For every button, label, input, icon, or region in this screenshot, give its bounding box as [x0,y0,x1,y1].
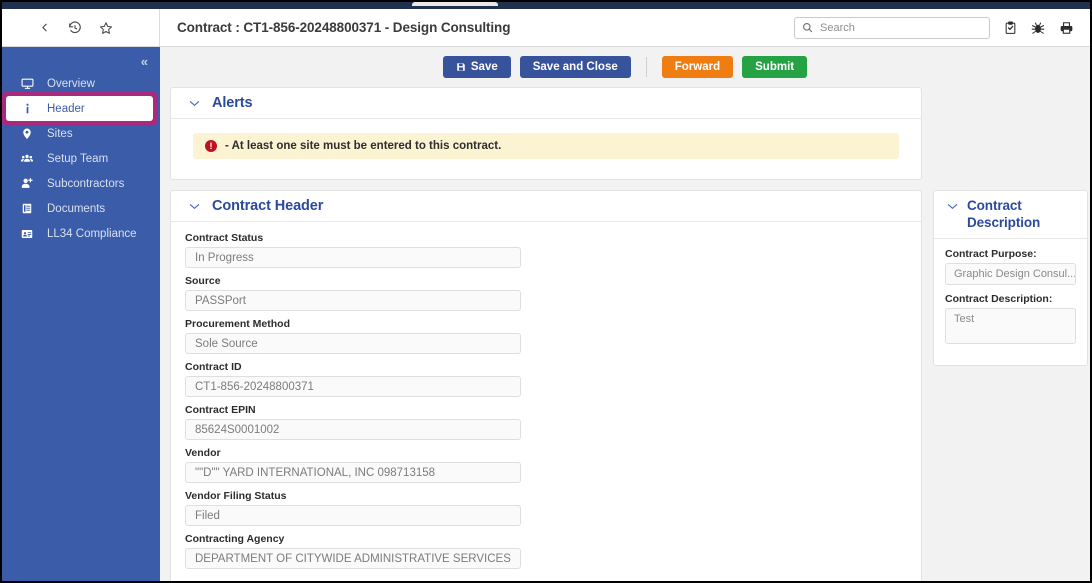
chevron-down-icon[interactable] [189,200,200,212]
sidebar-collapse-button[interactable]: « [2,51,160,71]
field-contract-description: Contract Description: Test [945,293,1076,344]
people-group-icon [20,152,34,165]
field-label: Source [185,275,221,287]
contract-header-card: Contract Header Contract Status In Progr… [170,190,922,581]
person-add-icon [20,177,34,190]
field-label: Contract Status [185,232,264,244]
field-contracting-agency: Contracting Agency DEPARTMENT OF CITYWID… [185,533,921,569]
contract-header-card-header[interactable]: Contract Header [171,191,921,222]
sidebar-item-label: Setup Team [47,152,109,165]
sidebar-item-label: Header [47,102,85,115]
sidebar: « Overview Header Sites Setup Team Subco… [2,47,160,581]
contracting-agency-input[interactable]: DEPARTMENT OF CITYWIDE ADMINISTRATIVE SE… [185,548,521,569]
sidebar-item-setup-team[interactable]: Setup Team [2,146,160,171]
page-title: Contract : CT1-856-20248800371 - Design … [177,20,511,35]
save-button-label: Save [470,61,498,73]
nav-buttons-group [2,9,160,46]
alerts-body: ! - At least one site must be entered to… [171,119,921,179]
monitor-icon [20,77,34,90]
source-input[interactable]: PASSPort [185,290,521,311]
alerts-card-header[interactable]: Alerts [171,88,921,119]
field-vendor-filing-status: Vendor Filing Status Filed [185,490,921,526]
sidebar-item-documents[interactable]: Documents [2,196,160,221]
search-input[interactable] [820,21,982,34]
sidebar-item-ll34-compliance[interactable]: LL34 Compliance [2,221,160,246]
sidebar-item-overview[interactable]: Overview [2,71,160,96]
procurement-method-input[interactable]: Sole Source [185,333,521,354]
field-contract-purpose: Contract Purpose: Graphic Design Consul.… [945,248,1076,285]
error-exclamation-icon: ! [205,140,217,152]
contract-purpose-input[interactable]: Graphic Design Consul... [945,262,1076,285]
browser-tab[interactable] [412,2,498,6]
contract-description-input[interactable]: Test [945,307,1076,344]
sidebar-item-label: Overview [47,77,95,90]
app-window: Contract : CT1-856-20248800371 - Design … [0,0,1092,583]
contract-id-input[interactable]: CT1-856-20248800371 [185,376,521,397]
sidebar-item-sites[interactable]: Sites [2,121,160,146]
field-label: Vendor [185,447,221,459]
id-card-icon [20,228,34,240]
search-icon [802,22,813,33]
field-label: Contracting Agency [185,533,285,545]
star-icon[interactable] [99,21,113,35]
vendor-filing-status-input[interactable]: Filed [185,505,521,526]
search-box[interactable] [794,16,990,39]
alerts-title: Alerts [212,95,253,111]
alert-message: ! - At least one site must be entered to… [193,133,899,159]
top-bar-actions [794,16,1090,39]
contract-description-fields: Contract Purpose: Graphic Design Consul.… [934,239,1087,365]
field-procurement-method: Procurement Method Sole Source [185,318,921,354]
browser-tab-strip [2,2,1090,9]
chevron-down-icon[interactable] [947,200,958,212]
field-label: Procurement Method [185,318,291,330]
sidebar-item-label: LL34 Compliance [47,227,137,240]
field-vendor: Vendor ""D"" YARD INTERNATIONAL, INC 098… [185,447,921,483]
history-icon[interactable] [68,20,82,35]
sidebar-item-label: Subcontractors [47,177,125,190]
floppy-disk-icon [456,62,466,72]
field-label: Contract Description: [945,292,1053,305]
sidebar-item-subcontractors[interactable]: Subcontractors [2,171,160,196]
field-contract-id: Contract ID CT1-856-20248800371 [185,361,921,397]
field-label: Contract ID [185,361,242,373]
bug-icon[interactable] [1031,21,1045,35]
printer-icon[interactable] [1059,21,1074,35]
field-source: Source PASSPort [185,275,921,311]
contract-status-input[interactable]: In Progress [185,247,521,268]
sidebar-item-header[interactable]: Header [6,96,153,121]
field-label: Vendor Filing Status [185,490,287,502]
field-contract-epin: Contract EPIN 85624S0001002 [185,404,921,440]
field-label: Contract Purpose: [945,247,1037,260]
action-toolbar: Save Save and Close Forward Submit [160,47,1090,87]
contract-header-fields: Contract Status In Progress Source PASSP… [171,222,921,581]
contract-description-card: Contract Description Contract Purpose: G… [933,190,1088,366]
sidebar-item-label: Documents [47,202,106,215]
vendor-input[interactable]: ""D"" YARD INTERNATIONAL, INC 098713158 [185,462,521,483]
chevron-down-icon[interactable] [189,97,200,109]
field-contract-status: Contract Status In Progress [185,232,921,268]
main-content: Save Save and Close Forward Submit Alert… [160,47,1090,581]
back-arrow-icon[interactable] [38,21,51,34]
contract-epin-input[interactable]: 85624S0001002 [185,419,521,440]
submit-button[interactable]: Submit [742,56,808,78]
location-pin-icon [20,127,34,140]
forward-button[interactable]: Forward [661,56,734,78]
save-and-close-button[interactable]: Save and Close [519,56,631,78]
info-icon [20,102,34,115]
document-icon [20,202,34,215]
top-bar: Contract : CT1-856-20248800371 - Design … [2,9,1090,47]
toolbar-divider [645,57,647,77]
alert-message-text: - At least one site must be entered to t… [225,140,502,152]
sidebar-item-label: Sites [47,127,73,140]
contract-header-row: Contract Header Contract Status In Progr… [160,190,1090,581]
contract-description-title: Contract Description [967,198,1041,230]
contract-header-title: Contract Header [212,198,324,214]
clipboard-check-icon[interactable] [1004,21,1017,35]
alerts-card: Alerts ! - At least one site must be ent… [170,87,922,180]
contract-description-card-header[interactable]: Contract Description [934,191,1087,239]
field-label: Contract EPIN [185,404,256,416]
save-button[interactable]: Save [442,56,511,78]
